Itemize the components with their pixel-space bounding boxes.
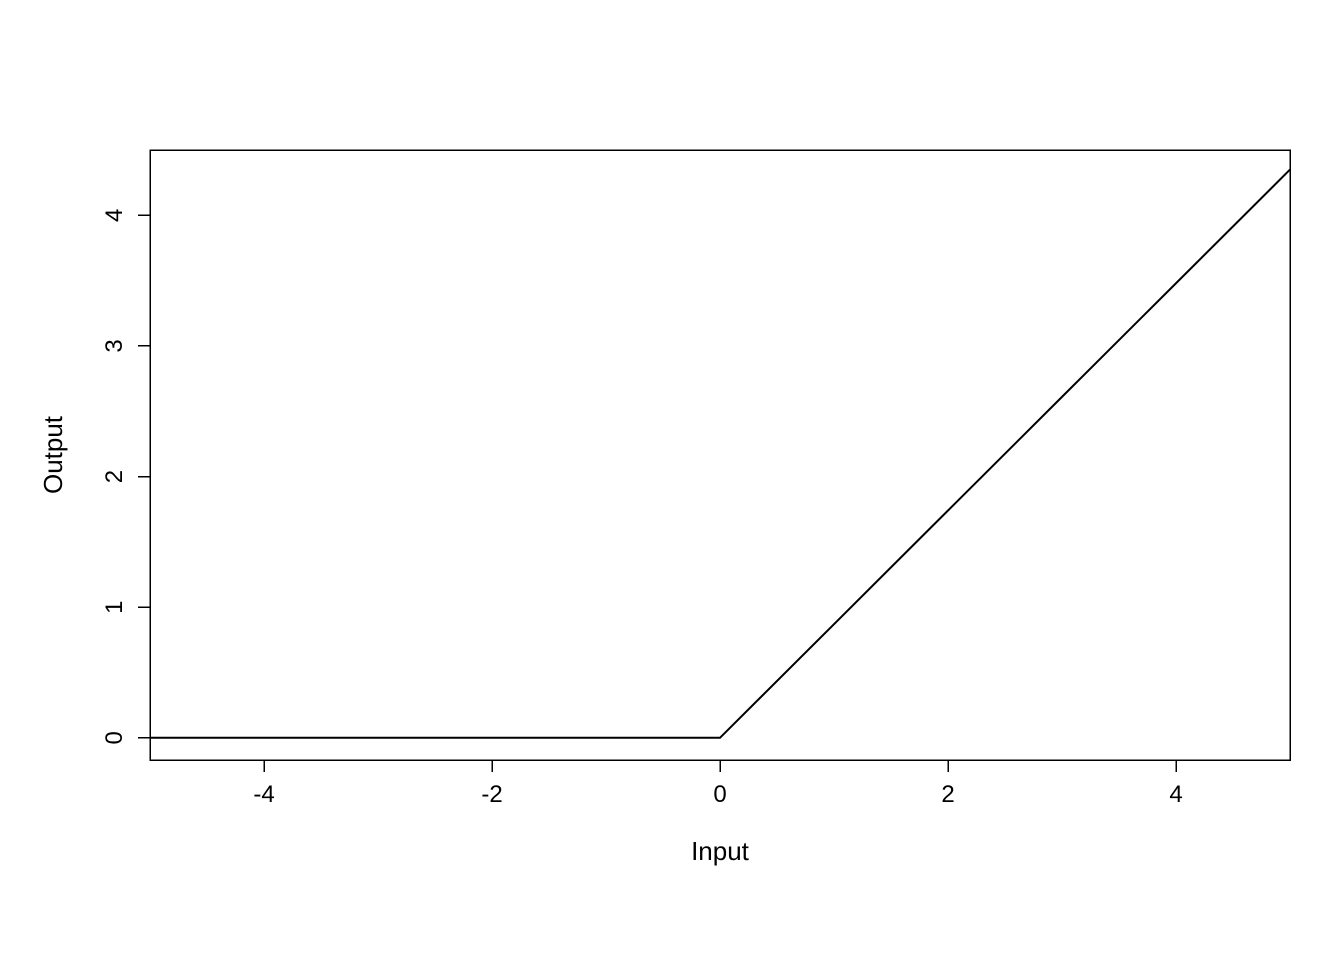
x-tick-label: 4 [1169,781,1182,808]
x-tick-label: -4 [253,781,274,808]
y-tick-label: 4 [101,209,128,222]
y-tick-label: 0 [101,731,128,744]
chart-svg: -4 -2 0 2 4 0 1 2 3 4 Input Output [0,0,1344,960]
chart-container: -4 -2 0 2 4 0 1 2 3 4 Input Output [0,0,1344,960]
data-line [150,170,1290,738]
x-tick-label: 0 [713,781,726,808]
y-axis-title: Output [38,415,68,494]
x-axis-title: Input [691,836,750,866]
y-tick-label: 3 [101,339,128,352]
y-tick-label: 2 [101,470,128,483]
x-tick-label: -2 [481,781,502,808]
x-tick-label: 2 [941,781,954,808]
y-tick-label: 1 [101,600,128,613]
plot-border [150,150,1290,760]
